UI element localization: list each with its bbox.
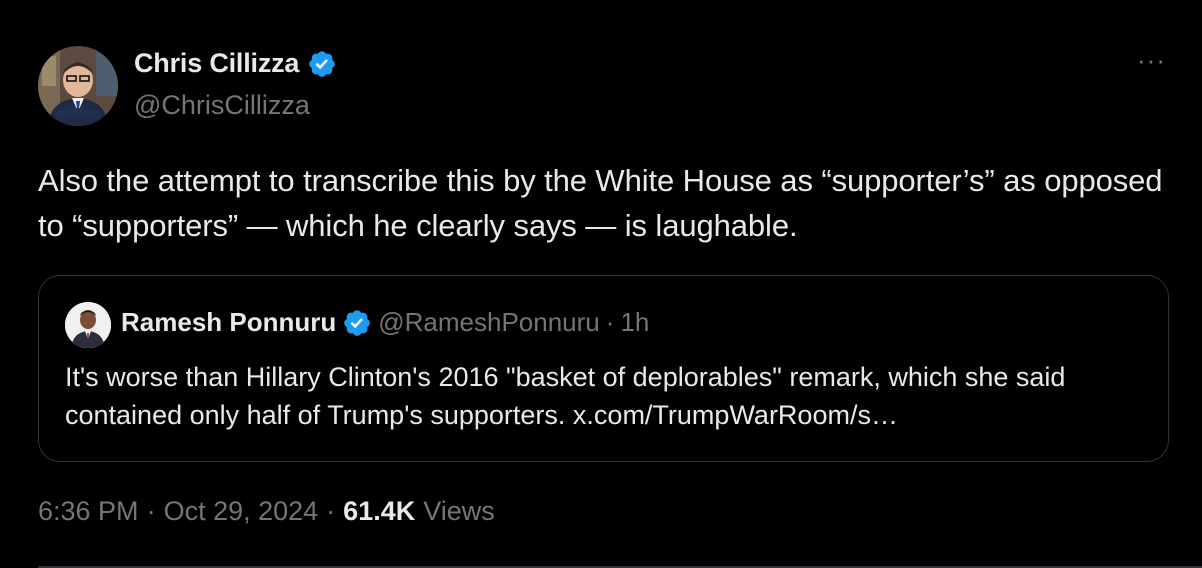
- author-name-row: Chris Cillizza: [134, 48, 337, 79]
- author-avatar-image: [38, 46, 118, 126]
- quoted-handle: @RameshPonnuru: [378, 307, 600, 337]
- author-avatar[interactable]: [38, 46, 118, 126]
- quoted-tweet[interactable]: Ramesh Ponnuru @RameshPonnuru · 1h It's …: [38, 275, 1169, 462]
- views-count: 61.4K: [343, 496, 416, 526]
- meta-separator: ·: [146, 496, 156, 526]
- quoted-separator: ·: [605, 307, 615, 337]
- author-display-name[interactable]: Chris Cillizza: [134, 48, 299, 79]
- tweet-time[interactable]: 6:36 PM: [38, 496, 139, 527]
- meta-separator: ·: [326, 496, 336, 526]
- quoted-verified-badge-icon: [342, 308, 372, 338]
- quoted-header: Ramesh Ponnuru @RameshPonnuru · 1h: [121, 307, 649, 338]
- more-options-icon[interactable]: ···: [1137, 47, 1166, 73]
- quoted-tweet-text: It's worse than Hillary Clinton's 2016 "…: [65, 362, 1066, 430]
- tweet-text: Also the attempt to transcribe this by t…: [38, 163, 1163, 243]
- quoted-avatar-image: [65, 302, 111, 348]
- views-label: Views: [423, 496, 495, 526]
- tweet-meta: 6:36 PM · Oct 29, 2024 · 61.4K Views: [38, 496, 495, 527]
- tweet-date[interactable]: Oct 29, 2024: [164, 496, 319, 527]
- quoted-timestamp: 1h: [620, 307, 650, 337]
- quoted-author-avatar[interactable]: [65, 302, 111, 348]
- verified-badge-icon: [307, 49, 337, 79]
- author-handle[interactable]: @ChrisCillizza: [134, 90, 310, 121]
- tweet: Chris Cillizza @ChrisCillizza ··· Also t…: [0, 0, 1202, 568]
- quoted-display-name: Ramesh Ponnuru: [121, 307, 337, 337]
